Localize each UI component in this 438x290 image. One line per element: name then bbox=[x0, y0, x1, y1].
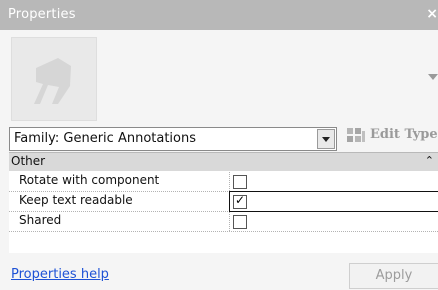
property-label: Keep text readable bbox=[19, 193, 133, 207]
property-row-shared[interactable]: Shared bbox=[9, 212, 438, 232]
property-row-rotate-with-component[interactable]: Rotate with component bbox=[9, 172, 438, 192]
apply-button[interactable]: Apply bbox=[349, 263, 438, 289]
selected-value-cell[interactable] bbox=[229, 191, 438, 212]
shared-checkbox[interactable] bbox=[233, 215, 247, 229]
panel-title: Properties bbox=[8, 7, 76, 22]
properties-grid: Other ⌃ Rotate with component Keep text … bbox=[9, 152, 438, 253]
column-divider bbox=[229, 172, 230, 191]
close-icon[interactable]: × bbox=[426, 6, 438, 22]
family-preview-icon bbox=[11, 37, 97, 121]
chevron-down-icon[interactable] bbox=[317, 129, 335, 149]
property-label: Shared bbox=[19, 213, 62, 227]
family-type-dropdown[interactable]: Family: Generic Annotations bbox=[9, 127, 337, 151]
properties-panel: Properties × Family: Generic Annotations… bbox=[0, 0, 438, 290]
check-mark-icon: ✓ bbox=[235, 193, 246, 207]
title-bar[interactable]: Properties × bbox=[0, 0, 438, 30]
property-row-keep-text-readable[interactable]: Keep text readable ✓ bbox=[9, 191, 438, 212]
type-selector-arrow-icon[interactable] bbox=[428, 74, 438, 80]
edit-type-button[interactable]: Edit Type bbox=[346, 124, 438, 148]
properties-help-link[interactable]: Properties help bbox=[11, 267, 109, 282]
edit-type-icon bbox=[347, 128, 365, 142]
column-divider bbox=[229, 212, 230, 231]
footer: Properties help Apply bbox=[0, 261, 438, 290]
group-header-other[interactable]: Other ⌃ bbox=[9, 153, 438, 171]
edit-type-label: Edit Type bbox=[370, 127, 438, 142]
group-label: Other bbox=[11, 154, 46, 168]
rotate-with-component-checkbox[interactable] bbox=[233, 175, 247, 189]
keep-text-readable-checkbox[interactable]: ✓ bbox=[233, 193, 247, 209]
collapse-icon[interactable]: ⌃ bbox=[425, 154, 434, 167]
family-type-value: Family: Generic Annotations bbox=[14, 131, 197, 146]
property-label: Rotate with component bbox=[19, 173, 160, 187]
